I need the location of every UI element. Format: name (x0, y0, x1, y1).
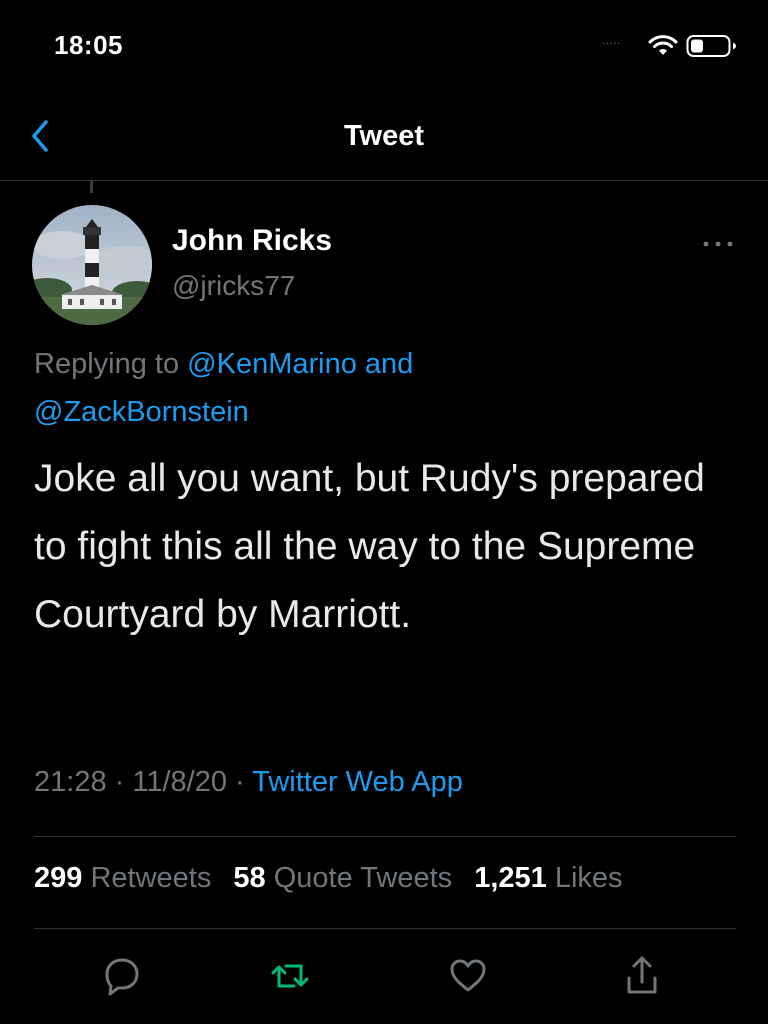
wifi-icon (648, 35, 678, 55)
replying-to: Replying to @KenMarino and @ZackBornstei… (34, 340, 734, 436)
retweets-stat[interactable]: 299 Retweets (34, 862, 211, 894)
lighthouse-avatar-icon (32, 205, 152, 325)
replying-prefix: Replying to (34, 348, 188, 380)
tweet-meta: 21:28 · 11/8/20 · Twitter Web App (34, 766, 463, 799)
thread-connector-line (90, 181, 93, 193)
share-icon[interactable] (618, 948, 666, 1004)
author-name[interactable]: John Ricks (172, 224, 332, 258)
author-handle[interactable]: @jricks77 (172, 270, 295, 302)
heart-icon[interactable] (444, 948, 492, 1004)
tweet-time: 21:28 (34, 766, 107, 798)
reply-icon[interactable] (98, 948, 146, 1004)
retweets-label: Retweets (90, 862, 212, 894)
more-options-icon[interactable] (698, 232, 738, 256)
status-time: 18:05 (54, 30, 123, 60)
likes-label: Likes (554, 862, 623, 894)
mention-link-zackbornstein[interactable]: @ZackBornstein (34, 396, 249, 428)
mention-link-kenmarino[interactable]: @KenMarino (187, 348, 357, 380)
quote-tweets-stat[interactable]: 58 Quote Tweets (233, 862, 452, 894)
tweet-source-link[interactable]: Twitter Web App (252, 766, 463, 798)
signal-icon: ..... (602, 36, 621, 47)
divider (34, 836, 736, 837)
tweet-date: 11/8/20 (132, 766, 227, 798)
avatar[interactable] (32, 205, 152, 325)
page-title: Tweet (343, 120, 425, 152)
retweet-icon[interactable] (266, 948, 314, 1004)
status-bar: 18:05 ..... (0, 0, 768, 92)
likes-stat[interactable]: 1,251 Likes (474, 862, 622, 894)
divider (34, 928, 736, 929)
meta-separator: · (106, 766, 133, 798)
tweet-text: Joke all you want, but Rudy's prepared t… (34, 457, 705, 636)
nav-bar: Tweet (0, 100, 768, 181)
battery-icon (686, 35, 736, 57)
retweets-count: 299 (34, 862, 83, 894)
tweet-action-bar (0, 948, 768, 1004)
mention-and-link[interactable]: and (357, 348, 413, 380)
tweet-stats: 299 Retweets 58 Quote Tweets 1,251 Likes (34, 862, 637, 895)
quote-tweets-count: 58 (233, 862, 266, 894)
meta-separator: · (226, 766, 253, 798)
likes-count: 1,251 (474, 862, 547, 894)
quote-tweets-label: Quote Tweets (273, 862, 453, 894)
